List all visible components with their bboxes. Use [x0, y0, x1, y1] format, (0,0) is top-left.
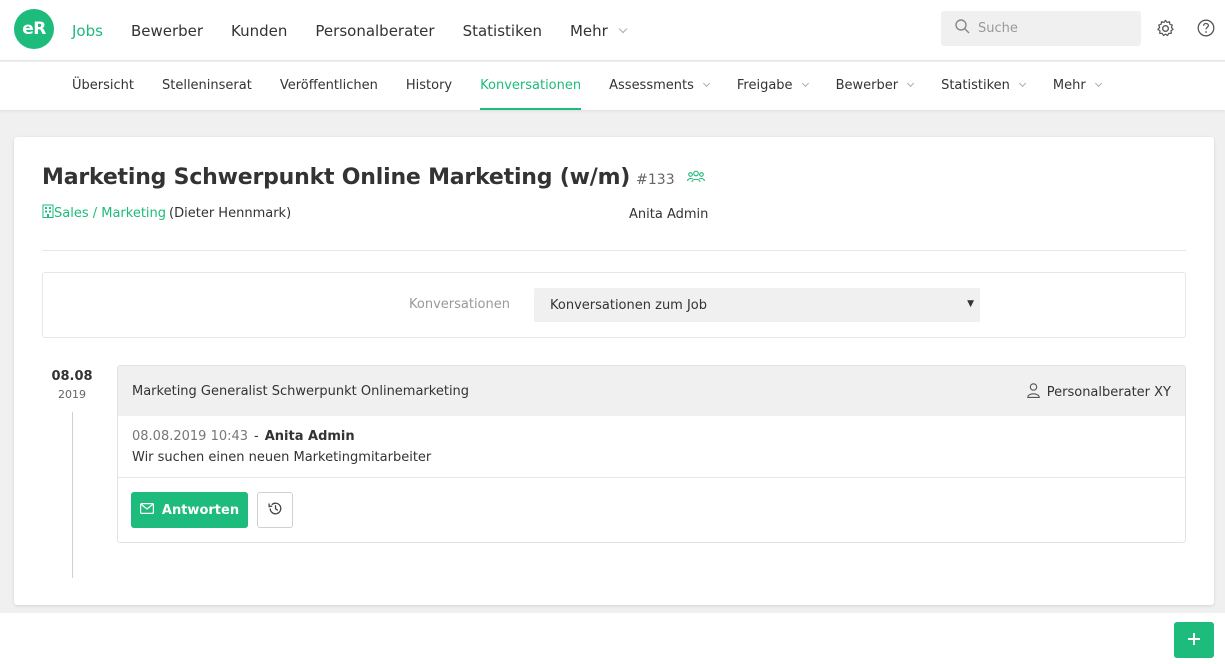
tab-label: Freigabe [736, 77, 793, 93]
main-nav-mehr[interactable]: Mehr [569, 21, 628, 40]
tab-bewerber[interactable]: Bewerber [835, 62, 915, 110]
search-box[interactable] [941, 11, 1141, 46]
tab-label: Bewerber [835, 77, 899, 93]
tab-label: Mehr [1052, 77, 1086, 93]
message-timestamp: 08.08.2019 10:43 [132, 429, 249, 444]
divider [118, 477, 1185, 478]
history-button[interactable] [257, 492, 293, 528]
top-bar: eR Jobs Bewerber Kunden Personalberater … [0, 0, 1225, 61]
conversation-header[interactable]: Marketing Generalist Schwerpunkt Onlinem… [118, 366, 1185, 416]
caret-down-icon: ▼ [967, 299, 974, 309]
tab-history[interactable]: History [406, 62, 452, 110]
main-nav-bewerber[interactable]: Bewerber [131, 22, 203, 40]
main-nav-label: Statistiken [462, 21, 542, 40]
chevron-down-icon [801, 79, 809, 87]
tab-label: Veröffentlichen [279, 77, 378, 93]
tab-label: Stelleninserat [161, 77, 252, 93]
reply-button[interactable]: Antworten [131, 492, 248, 528]
message-meta: 08.08.2019 10:43 - Anita Admin [132, 429, 355, 444]
department-line: Sales / Marketing (Dieter Hennmark) [42, 204, 291, 222]
app-logo[interactable]: eR [14, 9, 54, 49]
main-nav-kunden[interactable]: Kunden [231, 22, 287, 40]
message-separator: - [254, 429, 259, 444]
chevron-down-icon [618, 24, 628, 33]
chevron-down-icon [1018, 79, 1026, 87]
search-icon [955, 19, 970, 38]
date-year: 2019 [58, 388, 86, 401]
user-icon [1026, 383, 1040, 402]
job-card: Marketing Schwerpunkt Online Marketing (… [14, 137, 1214, 605]
tab-assessments[interactable]: Assessments [609, 62, 710, 110]
footer-bar [0, 613, 1225, 664]
message-text: Wir suchen einen neuen Marketingmitarbei… [132, 450, 432, 465]
tab-label: Übersicht [72, 77, 134, 93]
building-icon [42, 204, 54, 222]
tab-freigabe[interactable]: Freigabe [736, 62, 809, 110]
sub-nav: Übersicht Stelleninserat Veröffentlichen… [0, 62, 1225, 110]
main-nav-label: Personalberater [315, 21, 435, 40]
job-id: #133 [636, 172, 675, 188]
main-nav-label: Jobs [72, 21, 103, 40]
main-nav: Jobs Bewerber Kunden Personalberater Sta… [72, 0, 654, 61]
plus-icon [1187, 631, 1201, 650]
message-author: Anita Admin [264, 429, 355, 444]
date-day: 08.08 [51, 369, 93, 384]
main-nav-label: Bewerber [130, 21, 204, 40]
gear-icon[interactable] [1155, 18, 1175, 38]
tab-stelleninserat[interactable]: Stelleninserat [162, 62, 252, 110]
tab-label: Assessments [609, 77, 694, 93]
tab-uebersicht[interactable]: Übersicht [72, 62, 134, 110]
conversation-assignee: Personalberater XY [1026, 383, 1171, 402]
chevron-down-icon [702, 79, 710, 87]
team-icon[interactable] [686, 168, 705, 187]
conversation-subject: Marketing Generalist Schwerpunkt Onlinem… [132, 383, 470, 399]
divider [42, 250, 1186, 251]
tab-label: History [405, 77, 453, 93]
chevron-down-icon [907, 79, 915, 87]
add-button[interactable] [1174, 622, 1214, 658]
main-nav-label: Mehr [569, 21, 608, 40]
job-owner: Anita Admin [629, 207, 709, 222]
page-title: Marketing Schwerpunkt Online Marketing (… [42, 165, 631, 190]
assignee-name: Personalberater XY [1046, 385, 1171, 400]
main-nav-statistiken[interactable]: Statistiken [463, 22, 542, 40]
mail-icon [139, 502, 154, 518]
timeline-date: 08.08 2019 [42, 369, 102, 401]
select-value: Konversationen zum Job [550, 297, 708, 313]
chevron-down-icon [1094, 79, 1102, 87]
timeline-line [72, 412, 73, 578]
reply-label: Antworten [161, 502, 240, 518]
main-nav-label: Kunden [231, 21, 288, 40]
tab-label: Konversationen [480, 77, 582, 93]
job-title-row: Marketing Schwerpunkt Online Marketing (… [42, 165, 705, 190]
tab-veroeffentlichen[interactable]: Veröffentlichen [280, 62, 378, 110]
help-icon[interactable] [1196, 18, 1216, 38]
search-input[interactable] [978, 21, 1128, 36]
main-nav-jobs[interactable]: Jobs [72, 22, 103, 40]
conversation-type-select[interactable]: Konversationen zum Job ▼ [534, 288, 980, 322]
conversation-filter: Konversationen Konversationen zum Job ▼ [42, 272, 1186, 338]
department-link[interactable]: Sales / Marketing [54, 206, 166, 221]
main-nav-personalberater[interactable]: Personalberater [315, 22, 434, 40]
tab-label: Statistiken [941, 77, 1010, 93]
tab-konversationen[interactable]: Konversationen [480, 62, 582, 110]
filter-label: Konversationen [409, 297, 510, 312]
department-contact: (Dieter Hennmark) [169, 205, 292, 221]
tab-mehr[interactable]: Mehr [1052, 62, 1102, 110]
tab-statistiken[interactable]: Statistiken [941, 62, 1026, 110]
conversation-item: Marketing Generalist Schwerpunkt Onlinem… [117, 365, 1186, 543]
history-icon [267, 501, 283, 520]
